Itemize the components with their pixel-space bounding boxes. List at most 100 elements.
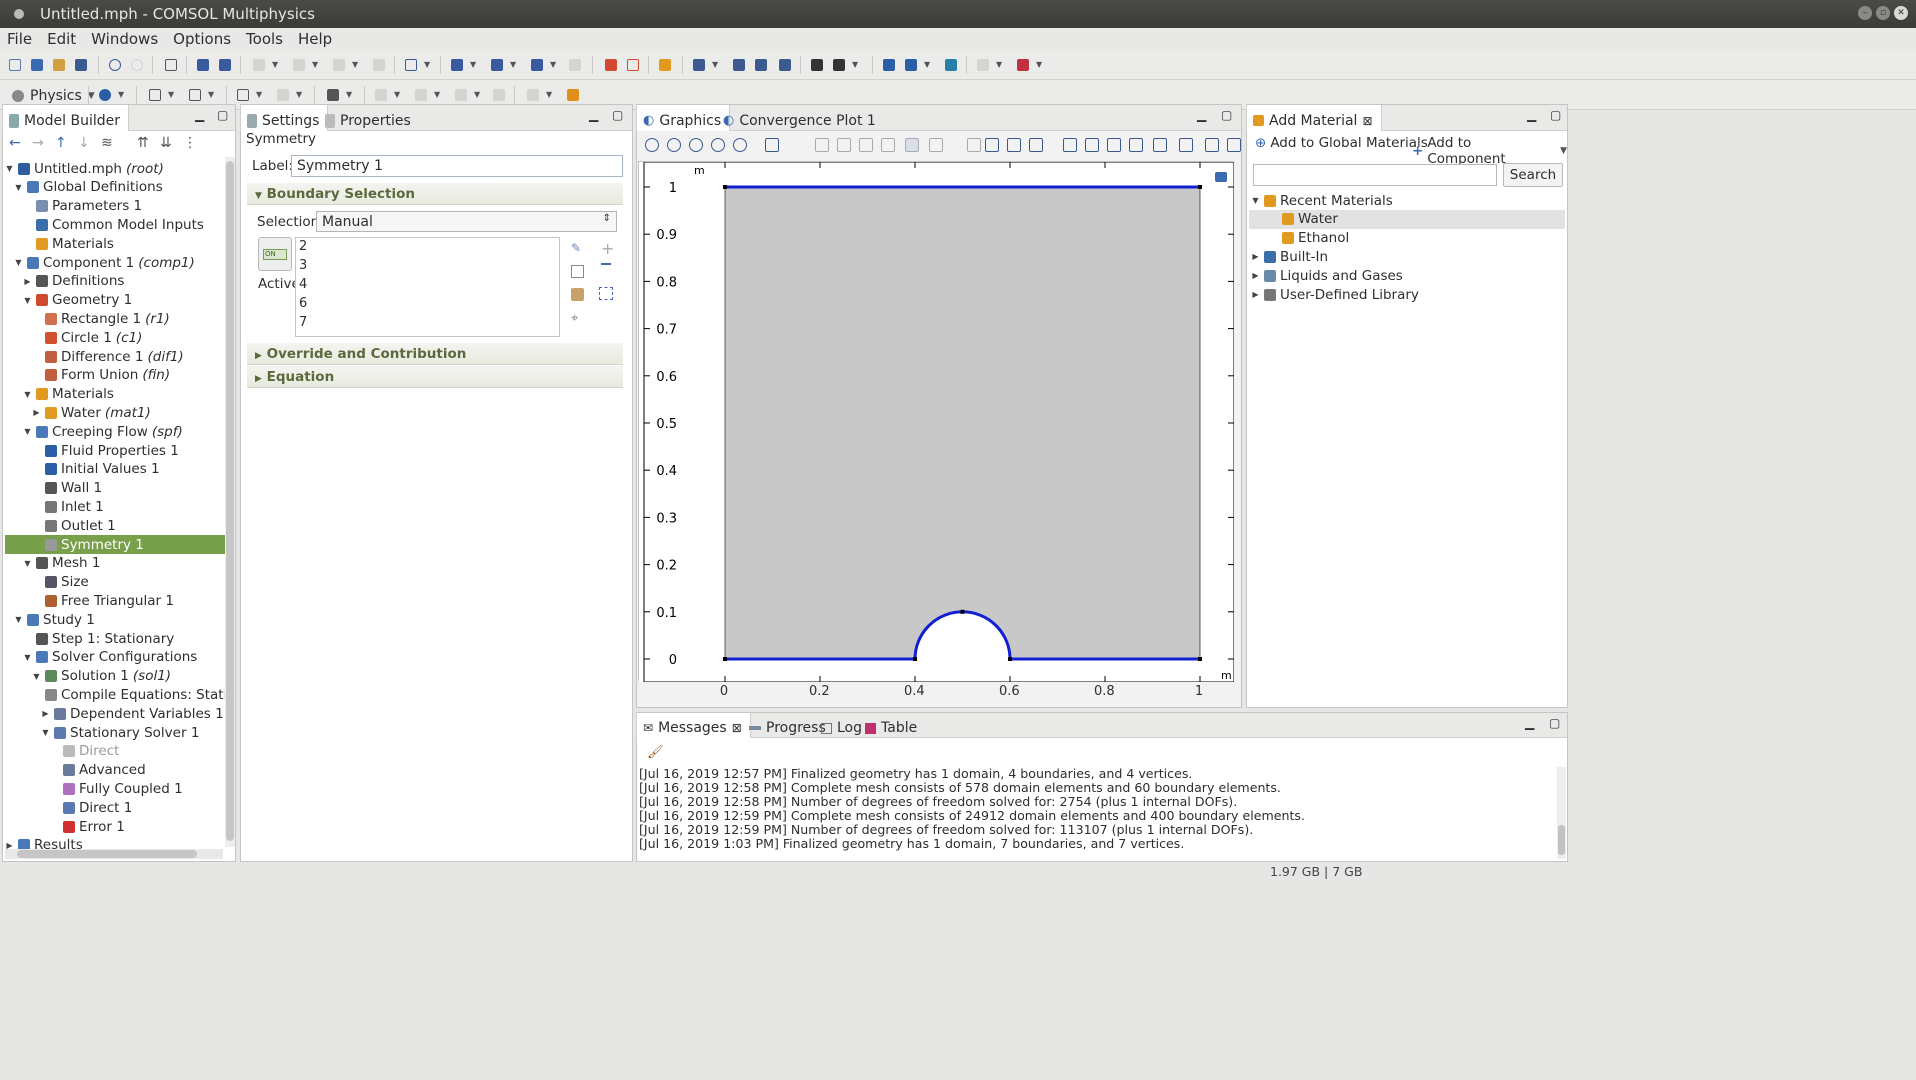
menu-options[interactable]: Options (166, 28, 239, 50)
select-edges-icon[interactable] (881, 138, 895, 152)
zoom-out-icon[interactable] (667, 138, 681, 152)
expanded-arrow-icon[interactable]: ▼ (14, 615, 23, 624)
global-icon[interactable]: ▼ (324, 86, 352, 104)
expanded-arrow-icon[interactable]: ▼ (14, 258, 23, 267)
fluid-domain[interactable] (724, 186, 1201, 660)
load-icon[interactable]: ▼ (372, 86, 400, 104)
mesh-build-icon[interactable] (808, 56, 826, 74)
select-objects-icon[interactable] (815, 138, 829, 152)
tree-item[interactable]: Initial Values 1 (5, 460, 225, 479)
tree-item[interactable]: Advanced (5, 761, 225, 780)
select-boundaries-icon[interactable] (859, 138, 873, 152)
tree-item[interactable]: Error 1 (5, 817, 225, 836)
tree-item[interactable]: ▼ Solver Configurations (5, 648, 225, 667)
boundary-list-item[interactable]: 7 (296, 314, 559, 333)
tree-item[interactable]: ▶ Water (mat1) (5, 403, 225, 422)
menu-edit[interactable]: Edit (40, 28, 84, 50)
horizontal-scrollbar[interactable] (5, 849, 223, 859)
constraint-icon[interactable]: ▼ (412, 86, 440, 104)
tree-item[interactable]: Fluid Properties 1 (5, 441, 225, 460)
select-domains-icon[interactable] (837, 138, 851, 152)
tree-item[interactable]: Ethanol (1249, 229, 1565, 248)
tree-item[interactable]: Water (1249, 209, 1565, 229)
collapsed-arrow-icon[interactable]: ▶ (32, 408, 41, 417)
vertex-point[interactable] (913, 657, 917, 661)
tree-item[interactable]: ▼ Creeping Flow (spf) (5, 422, 225, 441)
expanded-arrow-icon[interactable]: ▼ (14, 183, 23, 192)
study-icon[interactable]: ▼ (902, 56, 930, 74)
tree-item[interactable]: ▶ Definitions (5, 272, 225, 291)
import-icon[interactable] (624, 56, 642, 74)
vertex-point[interactable] (723, 657, 727, 661)
add-component-icon[interactable]: ▼ (290, 56, 318, 74)
override-section[interactable]: ▶ Override and Contribution (247, 343, 623, 365)
render-icon[interactable] (1205, 138, 1219, 152)
search-button[interactable]: Search (1503, 163, 1563, 187)
collapsed-arrow-icon[interactable]: ▶ (1251, 271, 1260, 280)
minimize-window-icon[interactable]: – (1858, 6, 1872, 20)
tree-item[interactable]: Parameters 1 (5, 197, 225, 216)
save-icon[interactable] (72, 56, 90, 74)
move-down-icon[interactable]: ↓ (78, 135, 90, 151)
screenshot-icon[interactable] (1007, 138, 1021, 152)
tree-item[interactable]: Free Triangular 1 (5, 591, 225, 610)
expanded-arrow-icon[interactable]: ▼ (23, 390, 32, 399)
physics-add-icon[interactable]: ▼ (690, 56, 718, 74)
boundary-selection-section[interactable]: ▼ Boundary Selection (247, 183, 623, 205)
paste-selection-icon[interactable]: ✎ (571, 241, 581, 255)
open-model-icon[interactable] (28, 56, 46, 74)
tree-item[interactable]: Symmetry 1 (5, 535, 225, 554)
tab-settings[interactable]: Settings (240, 105, 329, 131)
maximize-panel-icon[interactable]: ▢ (1550, 109, 1562, 122)
open-folder-icon[interactable] (50, 56, 68, 74)
tree-item[interactable]: ▶ User-Defined Library (1249, 285, 1565, 304)
expanded-arrow-icon[interactable]: ▼ (23, 427, 32, 436)
tree-item[interactable]: Common Model Inputs (5, 215, 225, 234)
tree-item[interactable]: Form Union (fin) (5, 366, 225, 385)
axis-orientation-icon[interactable] (765, 138, 779, 152)
collapsed-arrow-icon[interactable]: ▶ (1251, 252, 1260, 261)
variables-icon[interactable]: ▼ (488, 56, 516, 74)
zoom-in-icon[interactable] (645, 138, 659, 152)
zoom-extents-icon[interactable] (733, 138, 747, 152)
tree-item[interactable]: ▼ Materials (5, 385, 225, 404)
vertex-point[interactable] (960, 609, 965, 614)
geometry-icon[interactable]: ▼ (402, 56, 430, 74)
expanded-arrow-icon[interactable]: ▼ (41, 728, 50, 737)
tree-item[interactable]: ▼ Solution 1 (sol1) (5, 667, 225, 686)
compute-icon[interactable] (880, 56, 898, 74)
tree-item[interactable]: ▼ Geometry 1 (5, 291, 225, 310)
expanded-arrow-icon[interactable]: ▼ (32, 672, 41, 681)
vertical-scrollbar[interactable] (225, 157, 235, 847)
clear-selection-icon[interactable] (967, 138, 981, 152)
messages-scrollbar[interactable] (1557, 767, 1566, 859)
collapsed-arrow-icon[interactable]: ▶ (41, 709, 50, 718)
boundary-list-item[interactable]: 4 (296, 276, 559, 295)
axis-icon[interactable] (1129, 138, 1143, 152)
expanded-arrow-icon[interactable]: ▼ (23, 653, 32, 662)
select-all-icon[interactable] (929, 138, 943, 152)
boundary-list-item[interactable]: 6 (296, 295, 559, 314)
build-all-icon[interactable] (602, 56, 620, 74)
application-builder-icon[interactable] (194, 56, 212, 74)
show-more-icon[interactable]: ≋ (101, 135, 113, 151)
tab-convergence-plot[interactable]: ◐ Convergence Plot 1 (717, 105, 884, 131)
move-up-icon[interactable]: ↑ (55, 135, 67, 151)
coupling-icon[interactable] (752, 56, 770, 74)
maximize-panel-icon[interactable]: ▢ (612, 109, 624, 122)
help-icon[interactable] (216, 56, 234, 74)
new-file-icon[interactable] (6, 56, 24, 74)
tree-item[interactable]: ▼ Recent Materials (1249, 191, 1565, 210)
variables-physics-icon[interactable] (564, 86, 582, 104)
maximize-panel-icon[interactable]: ▢ (1549, 717, 1561, 730)
redo-icon[interactable] (128, 56, 146, 74)
collapsed-arrow-icon[interactable]: ▶ (1251, 290, 1260, 299)
maximize-window-icon[interactable]: ▫ (1876, 6, 1890, 20)
tree-item[interactable]: ▼ Component 1 (comp1) (5, 253, 225, 272)
tree-item[interactable]: Materials (5, 234, 225, 253)
transparency-icon[interactable] (1085, 138, 1099, 152)
zoom-selection-icon[interactable]: ⌖ (571, 311, 578, 326)
options-icon[interactable]: ⋮ (183, 135, 197, 151)
minimize-panel-icon[interactable]: ▁ (589, 109, 601, 122)
edge-icon[interactable]: ▼ (186, 86, 214, 104)
